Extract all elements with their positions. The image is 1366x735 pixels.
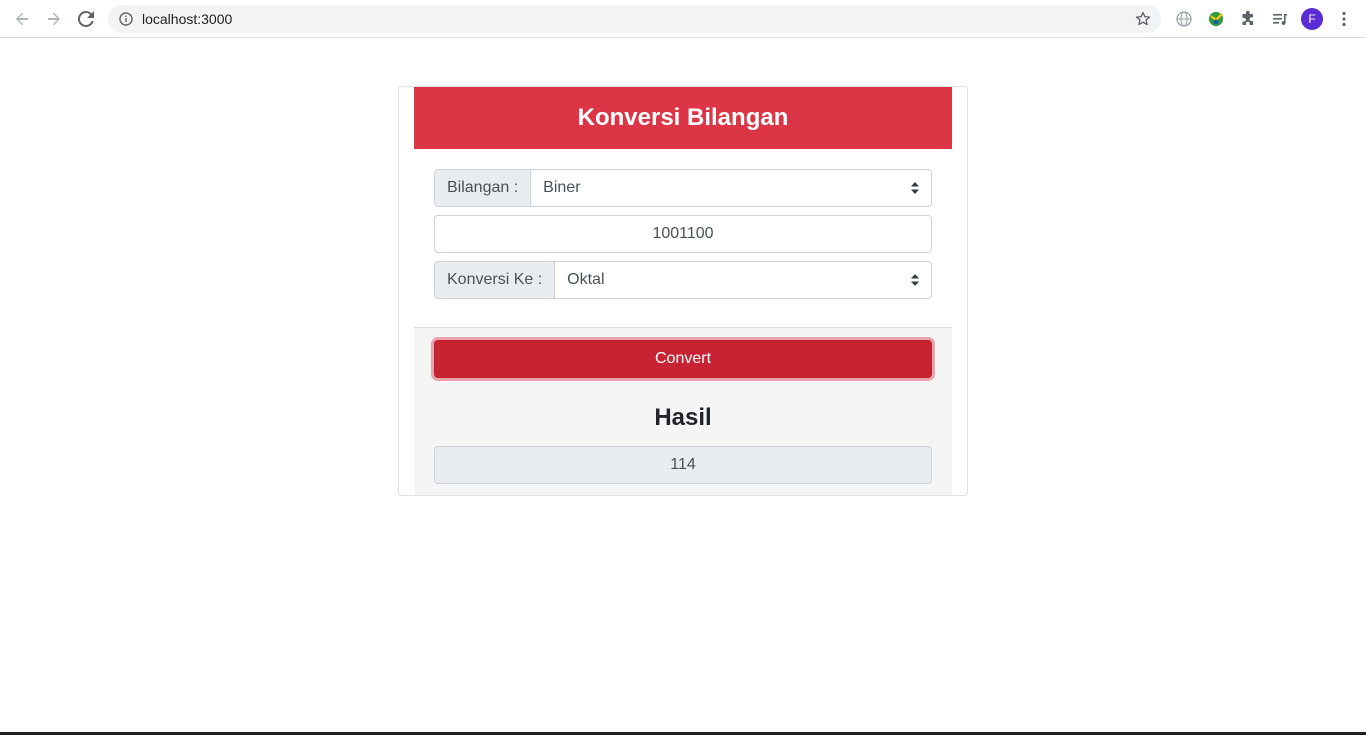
source-base-label: Bilangan :	[435, 170, 532, 206]
reload-button[interactable]	[71, 4, 101, 34]
convert-button[interactable]: Convert	[434, 340, 932, 378]
target-base-value: Oktal	[567, 271, 605, 288]
bookmark-star-icon[interactable]	[1133, 9, 1153, 29]
browser-toolbar: localhost:3000 F	[0, 0, 1366, 38]
url-text: localhost:3000	[142, 11, 233, 27]
extensions-puzzle-icon[interactable]	[1236, 7, 1260, 31]
converter-card: Konversi Bilangan Bilangan : Biner 10011…	[398, 86, 968, 496]
site-info-icon[interactable]	[118, 11, 134, 27]
result-heading: Hasil	[654, 404, 712, 431]
target-base-select[interactable]: Oktal	[555, 262, 931, 298]
result-output: 114	[434, 446, 932, 484]
number-input[interactable]: 1001100	[434, 215, 932, 253]
card-header: Konversi Bilangan	[414, 87, 952, 149]
forward-arrow-icon	[48, 12, 60, 26]
browser-menu-icon[interactable]	[1332, 7, 1356, 31]
target-base-label: Konversi Ke :	[435, 262, 556, 298]
page-title: Konversi Bilangan	[577, 104, 789, 131]
target-base-group: Konversi Ke : Oktal	[434, 261, 932, 299]
forward-button[interactable]	[39, 4, 69, 34]
source-base-group: Bilangan : Biner	[434, 169, 932, 207]
source-base-value: Biner	[543, 179, 581, 196]
media-control-icon[interactable]	[1268, 7, 1292, 31]
select-caret-icon	[911, 274, 919, 286]
reload-icon	[78, 11, 94, 27]
back-button[interactable]	[7, 4, 37, 34]
address-bar[interactable]: localhost:3000	[108, 5, 1161, 33]
download-manager-extension-icon[interactable]	[1204, 7, 1228, 31]
select-caret-icon	[911, 182, 919, 194]
profile-avatar[interactable]: F	[1301, 8, 1323, 30]
back-arrow-icon	[16, 12, 28, 26]
translate-extension-icon[interactable]	[1172, 7, 1196, 31]
source-base-select[interactable]: Biner	[531, 170, 931, 206]
card-footer: Convert Hasil 114	[414, 327, 952, 495]
card-body: Bilangan : Biner 1001100 Konversi Ke : O…	[414, 149, 952, 327]
